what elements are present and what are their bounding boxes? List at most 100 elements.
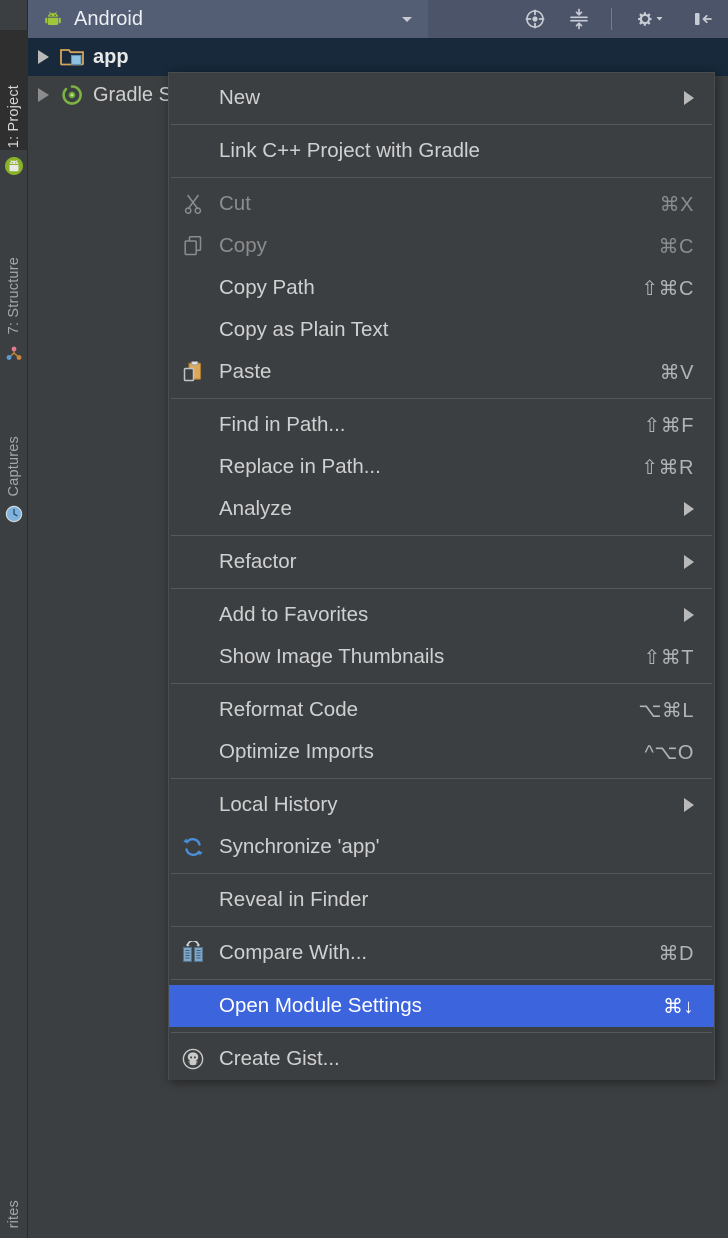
- menu-icon-slot: [173, 137, 213, 165]
- paste-icon: [173, 358, 213, 386]
- menu-item-label: Paste: [219, 360, 272, 383]
- submenu-arrow-icon: [684, 608, 694, 622]
- menu-icon-slot: [173, 84, 213, 112]
- menu-icon-slot: [173, 453, 213, 481]
- synchronize-icon: [173, 833, 213, 861]
- menu-item-analyze[interactable]: Analyze: [169, 488, 714, 530]
- menu-item-create-gist[interactable]: Create Gist...: [169, 1038, 714, 1080]
- menu-icon-slot: [173, 316, 213, 344]
- sidebar-item-label: 7: Structure: [6, 256, 22, 334]
- module-folder-icon: [59, 45, 85, 69]
- menu-item-label: Copy as Plain Text: [219, 318, 389, 341]
- sidebar-item-favorites[interactable]: rites: [0, 1150, 28, 1230]
- menu-item-shortcut: ⌘D: [658, 942, 694, 965]
- sidebar-item-captures[interactable]: Captures: [0, 378, 28, 498]
- chevron-right-icon[interactable]: [38, 88, 49, 102]
- menu-item-reveal-in-finder[interactable]: Reveal in Finder: [169, 879, 714, 921]
- menu-item-label: Open Module Settings: [219, 994, 422, 1017]
- menu-item-copy: Copy ⌘C: [169, 225, 714, 267]
- context-menu: New Link C++ Project with Gradle Cut ⌘X: [168, 72, 715, 1080]
- menu-item-shortcut: ⇧⌘C: [641, 277, 694, 300]
- menu-separator: [171, 873, 712, 874]
- menu-item-copy-as-plain-text[interactable]: Copy as Plain Text: [169, 309, 714, 351]
- menu-item-shortcut: ⌥⌘L: [638, 699, 694, 722]
- project-toolbar: [523, 0, 728, 38]
- menu-item-label: Cut: [219, 192, 251, 215]
- submenu-arrow-icon: [684, 555, 694, 569]
- menu-separator: [171, 979, 712, 980]
- menu-item-paste[interactable]: Paste ⌘V: [169, 351, 714, 393]
- menu-separator: [171, 398, 712, 399]
- menu-separator: [171, 535, 712, 536]
- menu-item-synchronize-app[interactable]: Synchronize 'app': [169, 826, 714, 868]
- menu-separator: [171, 778, 712, 779]
- sidebar-item-label: Captures: [6, 435, 22, 496]
- chevron-down-icon[interactable]: [400, 12, 414, 26]
- project-view-selector[interactable]: Android: [28, 0, 428, 38]
- menu-item-label: Local History: [219, 793, 338, 816]
- menu-item-shortcut: ⇧⌘T: [643, 646, 694, 669]
- menu-item-label: Create Gist...: [219, 1047, 340, 1070]
- menu-item-reformat-code[interactable]: Reformat Code ⌥⌘L: [169, 689, 714, 731]
- menu-item-shortcut: ⇧⌘R: [641, 456, 694, 479]
- sidebar-item-label: 1: Project: [6, 84, 22, 148]
- tree-row-label: app: [93, 45, 129, 68]
- menu-item-label: Analyze: [219, 497, 292, 520]
- menu-icon-slot: [173, 643, 213, 671]
- menu-item-label: Compare With...: [219, 941, 368, 964]
- android-studio-window: 1: Project 7: Structure Captures rites A…: [0, 0, 728, 1238]
- menu-item-link-cpp-project[interactable]: Link C++ Project with Gradle: [169, 130, 714, 172]
- android-icon: [4, 156, 24, 176]
- menu-icon-slot: [173, 274, 213, 302]
- menu-item-new[interactable]: New: [169, 77, 714, 119]
- submenu-arrow-icon: [684, 91, 694, 105]
- tool-window-tab-strip: 1: Project 7: Structure Captures rites: [0, 0, 28, 1238]
- menu-icon-slot: [173, 696, 213, 724]
- sidebar-item-label: rites: [6, 1199, 22, 1228]
- gradle-icon: [59, 83, 85, 107]
- github-icon: [173, 1045, 213, 1073]
- structure-icon: [4, 344, 24, 364]
- android-icon: [42, 8, 64, 30]
- tree-row-label: Gradle S: [93, 83, 172, 106]
- menu-icon-slot: [173, 791, 213, 819]
- menu-item-open-module-settings[interactable]: Open Module Settings ⌘↓: [169, 985, 714, 1027]
- menu-item-label: Find in Path...: [219, 413, 346, 436]
- project-view-header: Android: [28, 0, 728, 38]
- menu-item-local-history[interactable]: Local History: [169, 784, 714, 826]
- menu-item-label: Copy Path: [219, 276, 315, 299]
- menu-item-label: Link C++ Project with Gradle: [219, 139, 480, 162]
- menu-item-label: Copy: [219, 234, 267, 257]
- menu-item-label: Reformat Code: [219, 698, 359, 721]
- menu-separator: [171, 588, 712, 589]
- menu-item-show-image-thumbnails[interactable]: Show Image Thumbnails ⇧⌘T: [169, 636, 714, 678]
- sidebar-item-project[interactable]: 1: Project: [0, 30, 28, 150]
- menu-item-refactor[interactable]: Refactor: [169, 541, 714, 583]
- menu-item-compare-with[interactable]: Compare With... ⌘D: [169, 932, 714, 974]
- compare-icon: [173, 939, 213, 967]
- menu-item-add-to-favorites[interactable]: Add to Favorites: [169, 594, 714, 636]
- menu-item-label: Synchronize 'app': [219, 835, 380, 858]
- submenu-arrow-icon: [684, 502, 694, 516]
- chevron-right-icon[interactable]: [38, 50, 49, 64]
- menu-item-label: New: [219, 86, 261, 109]
- menu-separator: [171, 1032, 712, 1033]
- settings-gear-icon[interactable]: [632, 7, 670, 31]
- menu-item-copy-path[interactable]: Copy Path ⇧⌘C: [169, 267, 714, 309]
- menu-icon-slot: [173, 411, 213, 439]
- menu-item-optimize-imports[interactable]: Optimize Imports ^⌥O: [169, 731, 714, 773]
- menu-item-shortcut: ⌘C: [658, 235, 694, 258]
- tree-row[interactable]: app: [28, 38, 728, 76]
- toolbar-divider: [611, 8, 612, 30]
- menu-item-find-in-path[interactable]: Find in Path... ⇧⌘F: [169, 404, 714, 446]
- menu-item-cut: Cut ⌘X: [169, 183, 714, 225]
- project-view-title: Android: [74, 7, 143, 30]
- scissors-icon: [173, 190, 213, 218]
- menu-item-replace-in-path[interactable]: Replace in Path... ⇧⌘R: [169, 446, 714, 488]
- select-opened-file-icon[interactable]: [523, 7, 547, 31]
- hide-panel-icon[interactable]: [690, 7, 714, 31]
- menu-separator: [171, 124, 712, 125]
- collapse-all-icon[interactable]: [567, 7, 591, 31]
- menu-item-shortcut: ⌘↓: [663, 995, 694, 1018]
- sidebar-item-structure[interactable]: 7: Structure: [0, 186, 28, 336]
